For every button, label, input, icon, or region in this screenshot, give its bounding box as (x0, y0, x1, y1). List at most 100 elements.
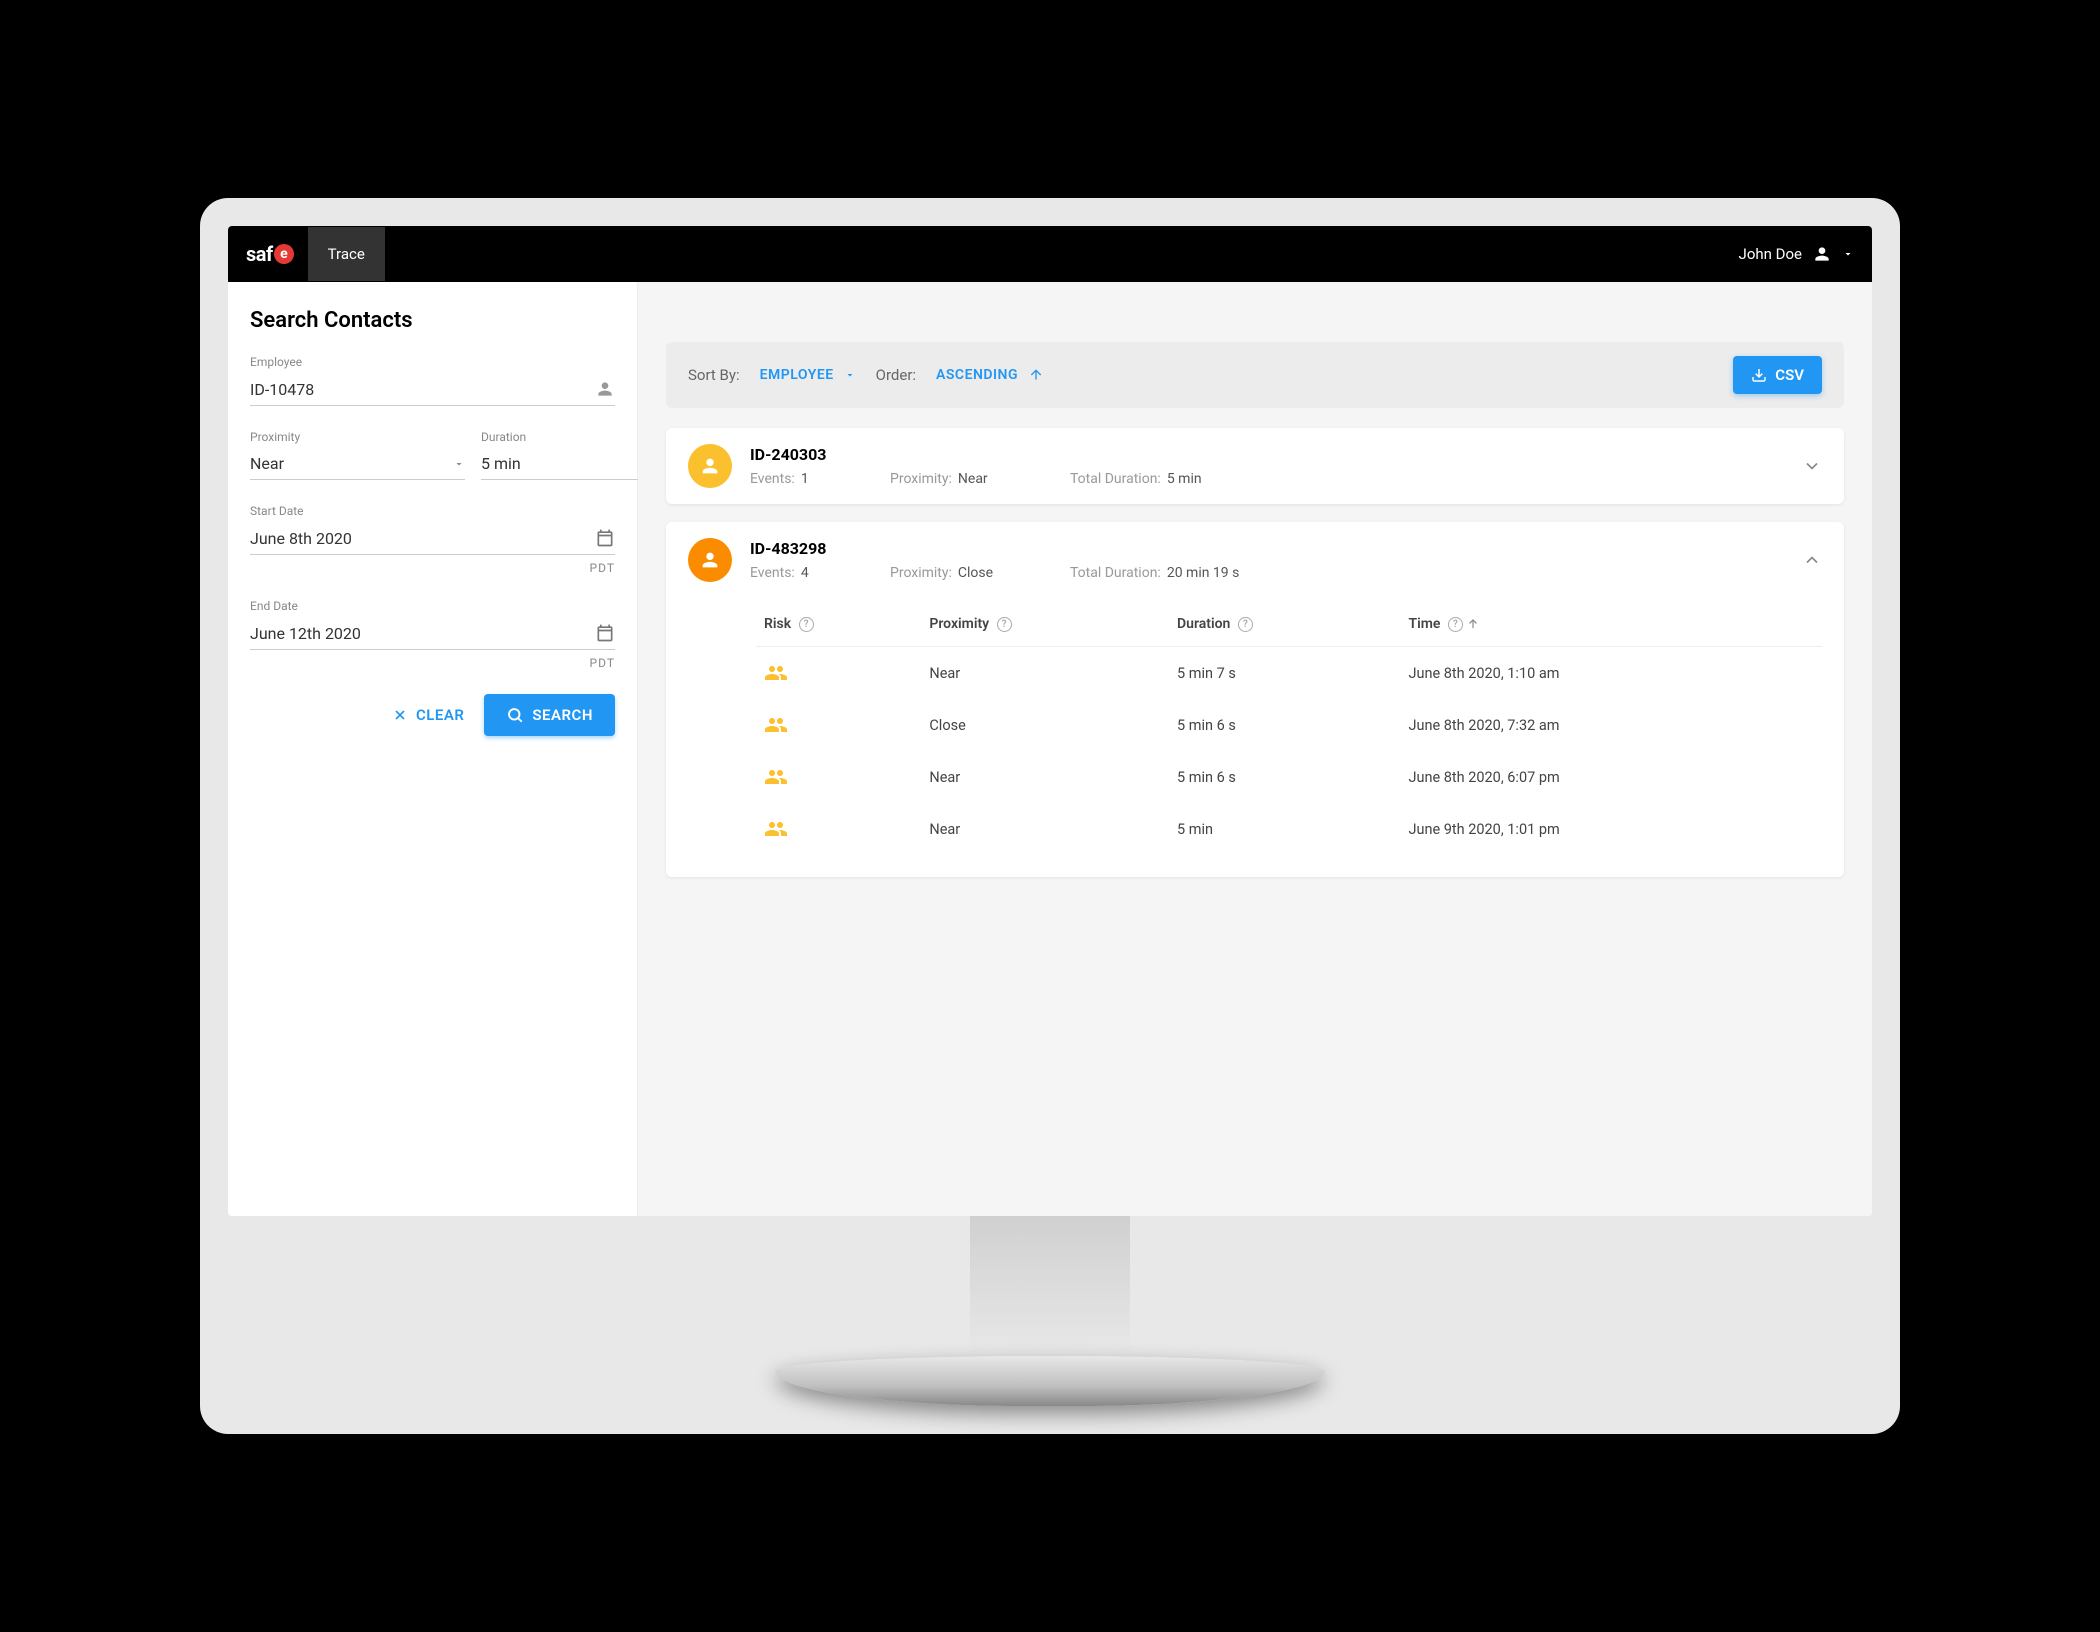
event-proximity: Near (921, 751, 1169, 803)
calendar-icon[interactable] (595, 623, 615, 643)
person-icon (1812, 244, 1832, 264)
events-label: Events: (750, 471, 795, 487)
event-proximity: Near (921, 803, 1169, 855)
logo-prefix: saf (246, 242, 273, 266)
chevron-up-icon[interactable] (1802, 550, 1822, 570)
proximity-label: Proximity (250, 430, 465, 444)
order-label: Order: (876, 366, 916, 384)
sidebar-search-contacts: Search Contacts Employee Proximity (228, 282, 638, 1216)
avatar (688, 538, 732, 582)
monitor-frame: safe Trace John Doe Search Contacts Empl… (200, 198, 1900, 1434)
event-duration: 5 min 6 s (1169, 699, 1400, 751)
arrow-up-icon (1028, 367, 1044, 383)
content: Search Contacts Employee Proximity (228, 282, 1872, 1216)
event-row: Near 5 min June 9th 2020, 1:01 pm (756, 803, 1822, 855)
event-proximity: Close (921, 699, 1169, 751)
col-risk: Risk ? (756, 602, 921, 647)
proximity-value: Near (958, 471, 988, 487)
end-date-tz: PDT (250, 656, 615, 670)
events-label: Events: (750, 565, 795, 581)
start-date-field: Start Date PDT (250, 504, 615, 575)
person-icon (595, 379, 615, 399)
screen: safe Trace John Doe Search Contacts Empl… (228, 226, 1872, 1216)
arrow-up-icon (1466, 617, 1480, 631)
user-menu[interactable]: John Doe (1739, 244, 1854, 264)
close-icon (392, 707, 408, 723)
event-time: June 9th 2020, 1:01 pm (1400, 803, 1822, 855)
end-date-field: End Date PDT (250, 599, 615, 670)
clear-button[interactable]: CLEAR (392, 706, 464, 724)
event-row: Near 5 min 7 s June 8th 2020, 1:10 am (756, 647, 1822, 700)
result-card-header[interactable]: ID-483298 Events:4 Proximity:Close Total… (666, 522, 1844, 598)
help-icon: ? (997, 617, 1012, 632)
search-label: SEARCH (532, 706, 593, 724)
employee-label: Employee (250, 355, 615, 369)
monitor-stand-neck (970, 1216, 1130, 1356)
help-icon: ? (1448, 617, 1463, 632)
col-proximity: Proximity ? (921, 602, 1169, 647)
risk-icon (756, 803, 921, 855)
avatar (688, 444, 732, 488)
proximity-label: Proximity: (890, 471, 952, 487)
order-value: ASCENDING (936, 367, 1018, 383)
logo-suffix-badge: e (274, 244, 294, 264)
proximity-select[interactable] (250, 448, 465, 480)
event-time: June 8th 2020, 6:07 pm (1400, 751, 1822, 803)
search-icon (506, 706, 524, 724)
download-icon (1751, 367, 1767, 383)
order-select[interactable]: ASCENDING (936, 367, 1044, 383)
results-main: Sort By: EMPLOYEE Order: ASCENDING CSV (638, 282, 1872, 1216)
event-duration: 5 min (1169, 803, 1400, 855)
monitor-stand-base (775, 1356, 1325, 1406)
start-date-input[interactable] (250, 529, 595, 548)
help-icon: ? (1238, 617, 1253, 632)
clear-label: CLEAR (416, 706, 464, 724)
employee-input[interactable] (250, 380, 595, 399)
help-icon: ? (799, 617, 814, 632)
event-duration: 5 min 7 s (1169, 647, 1400, 700)
chevron-down-icon (453, 458, 465, 470)
start-date-tz: PDT (250, 561, 615, 575)
logo: safe (246, 242, 294, 266)
risk-icon (756, 751, 921, 803)
sidebar-title: Search Contacts (250, 308, 615, 333)
risk-icon (756, 699, 921, 751)
event-duration: 5 min 6 s (1169, 751, 1400, 803)
csv-label: CSV (1775, 366, 1804, 384)
result-card: ID-240303 Events:1 Proximity:Near Total … (666, 428, 1844, 504)
events-count: 1 (801, 471, 809, 487)
event-row: Near 5 min 6 s June 8th 2020, 6:07 pm (756, 751, 1822, 803)
event-row: Close 5 min 6 s June 8th 2020, 7:32 am (756, 699, 1822, 751)
event-table: Risk ? Proximity ? Duration ? Time ? Nea… (666, 598, 1844, 877)
proximity-label: Proximity: (890, 565, 952, 581)
end-date-input[interactable] (250, 624, 595, 643)
start-date-label: Start Date (250, 504, 615, 518)
col-time[interactable]: Time ? (1400, 602, 1822, 647)
result-id: ID-483298 (750, 539, 1784, 558)
chevron-down-icon (844, 369, 856, 381)
chevron-down-icon[interactable] (1802, 456, 1822, 476)
search-button[interactable]: SEARCH (484, 694, 615, 736)
sort-by-select[interactable]: EMPLOYEE (760, 367, 856, 383)
risk-icon (756, 647, 921, 700)
col-duration: Duration ? (1169, 602, 1400, 647)
nav-trace[interactable]: Trace (308, 227, 385, 281)
sort-by-value: EMPLOYEE (760, 367, 834, 383)
employee-field: Employee (250, 355, 615, 406)
total-duration-value: 20 min 19 s (1167, 565, 1240, 581)
end-date-label: End Date (250, 599, 615, 613)
events-count: 4 (801, 565, 809, 581)
sort-bar: Sort By: EMPLOYEE Order: ASCENDING CSV (666, 342, 1844, 408)
chevron-down-icon (1842, 248, 1854, 260)
total-duration-value: 5 min (1167, 471, 1202, 487)
event-proximity: Near (921, 647, 1169, 700)
result-card-header[interactable]: ID-240303 Events:1 Proximity:Near Total … (666, 428, 1844, 504)
user-name: John Doe (1739, 245, 1802, 263)
sort-by-label: Sort By: (688, 366, 740, 384)
proximity-value[interactable] (250, 454, 453, 473)
export-csv-button[interactable]: CSV (1733, 356, 1822, 394)
total-duration-label: Total Duration: (1070, 565, 1161, 581)
calendar-icon[interactable] (595, 528, 615, 548)
topbar: safe Trace John Doe (228, 226, 1872, 282)
proximity-field: Proximity (250, 430, 465, 480)
